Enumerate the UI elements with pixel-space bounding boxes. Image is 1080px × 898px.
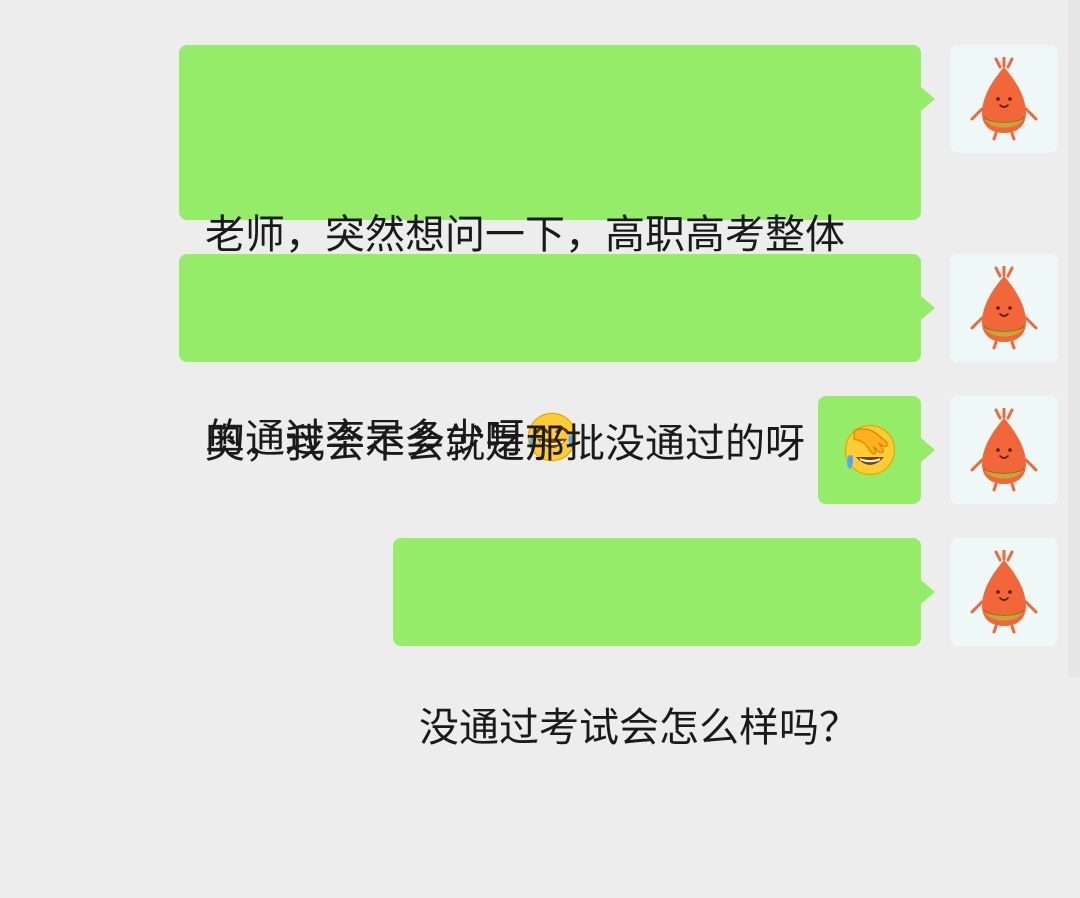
message-bubble[interactable]: 老师，突然想问一下，高职高考整体 的通过率是多少呀	[179, 45, 935, 462]
avatar[interactable]	[950, 538, 1058, 646]
avatar[interactable]	[950, 254, 1058, 362]
orange-drop-creature-avatar-icon	[970, 266, 1038, 350]
message-bubble[interactable]: 没通过考试会怎么样吗？	[393, 538, 935, 751]
facepalm-emoji	[844, 424, 896, 476]
message-bubble[interactable]	[818, 396, 935, 504]
orange-drop-creature-avatar-icon	[970, 408, 1038, 492]
scrollbar-thumb[interactable]	[1068, 0, 1080, 677]
scrollbar[interactable]	[1068, 0, 1080, 677]
orange-drop-creature-avatar-icon	[970, 550, 1038, 634]
orange-drop-creature-avatar-icon	[970, 57, 1038, 141]
avatar[interactable]	[950, 396, 1058, 504]
message-bubble[interactable]: 奥，我会不会就是那批没通过的呀	[179, 254, 935, 467]
avatar[interactable]	[950, 45, 1058, 153]
message-text: 奥，我会不会就是那批没通过的呀	[205, 421, 805, 467]
message-text: 没通过考试会怎么样吗？	[419, 705, 859, 751]
